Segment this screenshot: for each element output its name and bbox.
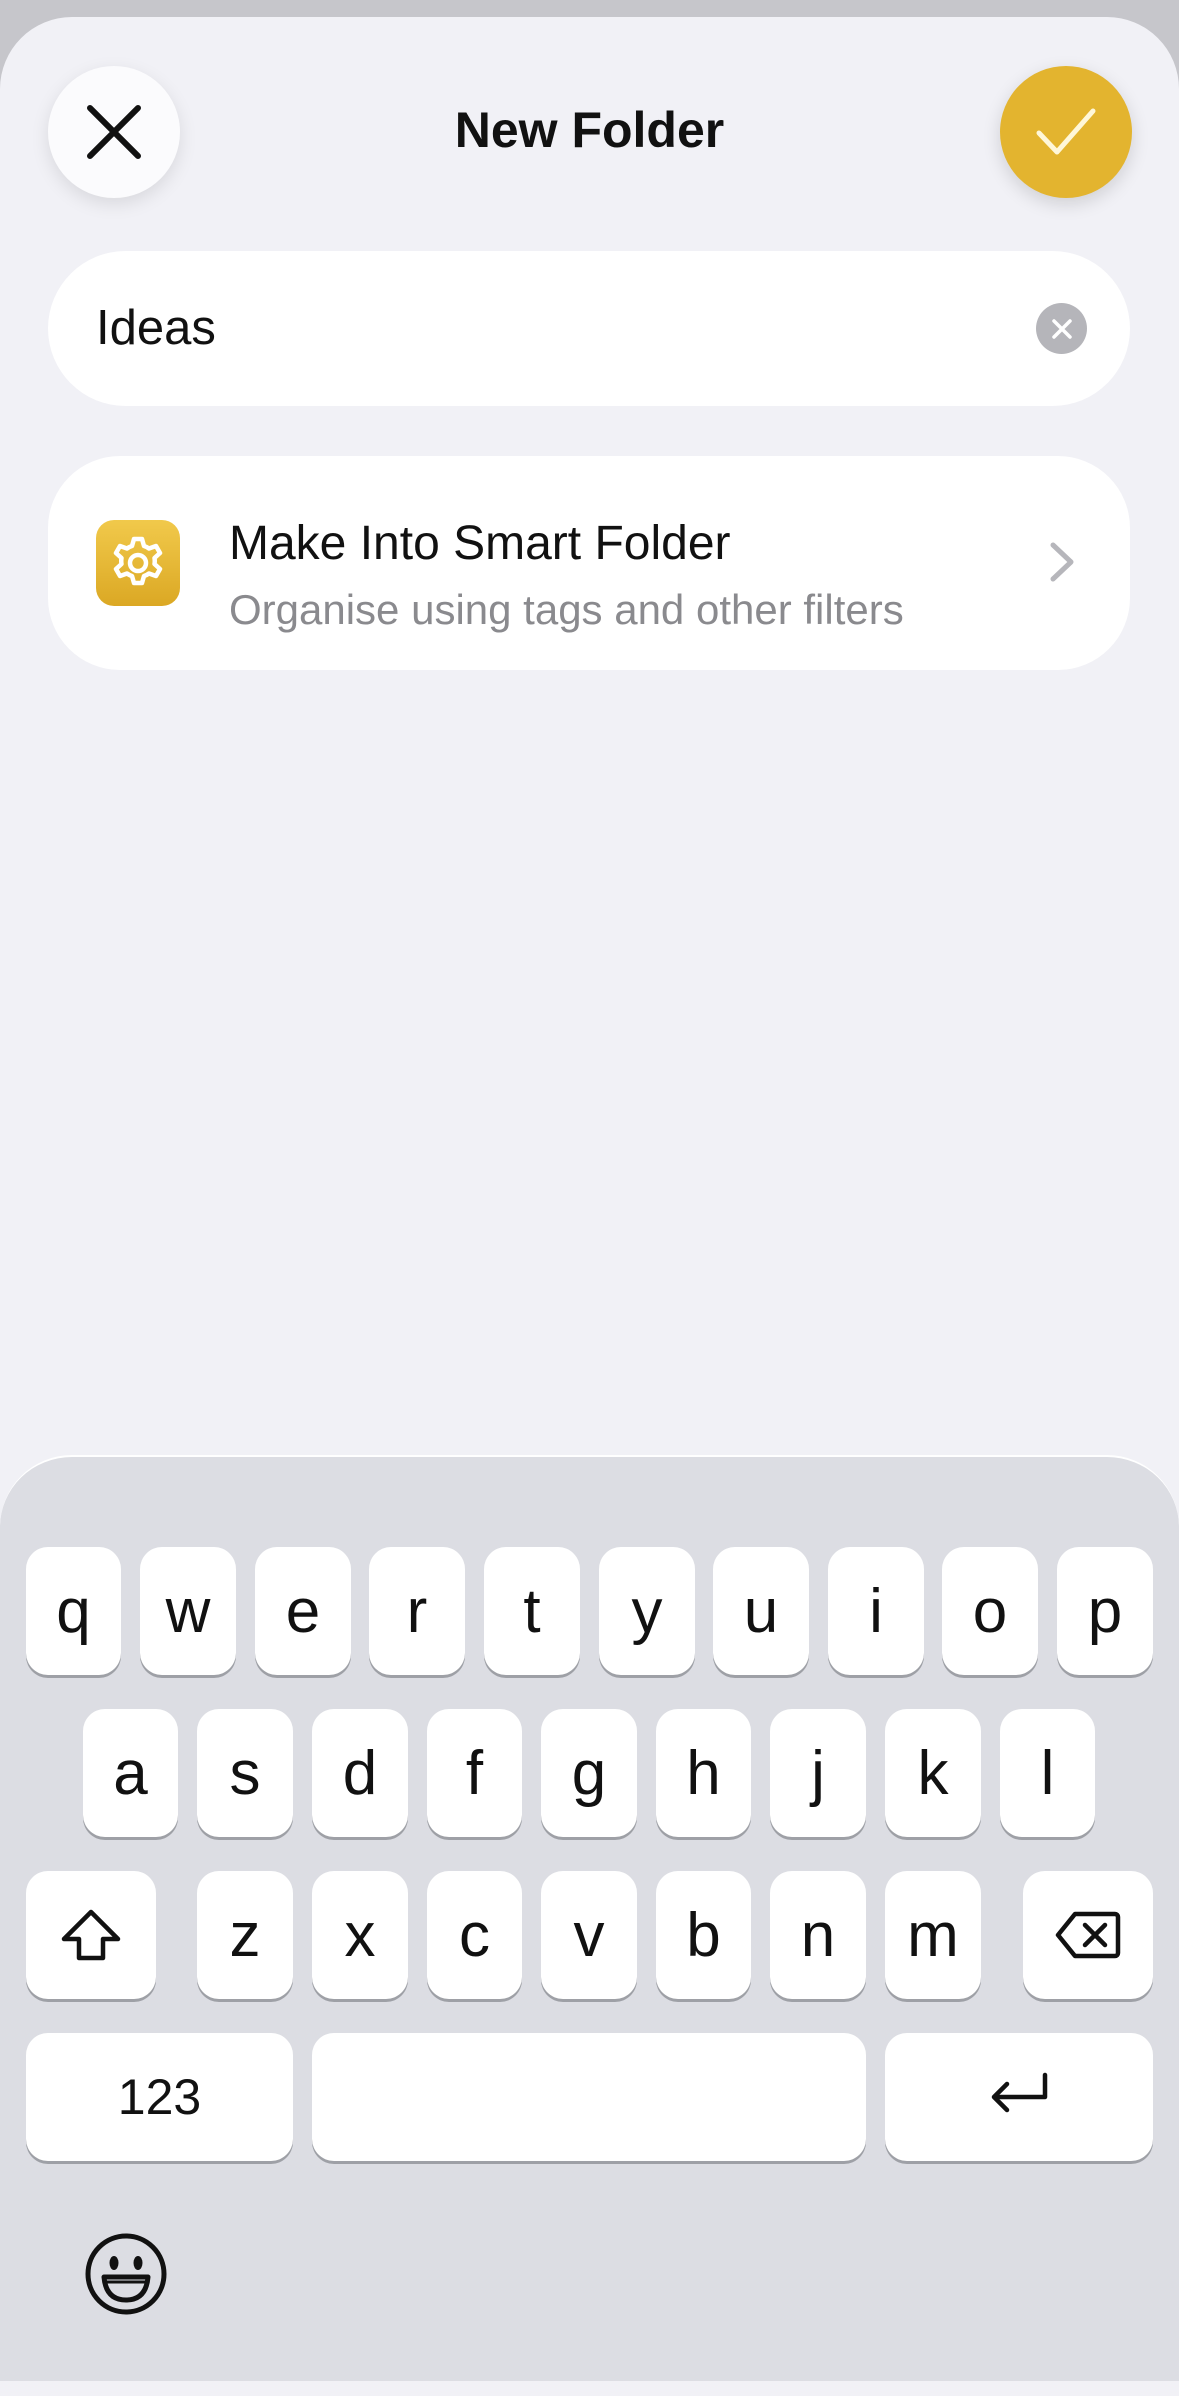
- shift-icon: [61, 1909, 121, 1961]
- folder-name-field[interactable]: [48, 251, 1130, 406]
- key-c[interactable]: c: [427, 1871, 522, 1999]
- make-smart-folder-row[interactable]: Make Into Smart Folder Organise using ta…: [48, 456, 1130, 670]
- key-n[interactable]: n: [770, 1871, 866, 1999]
- clear-text-button[interactable]: [1036, 303, 1087, 354]
- clear-icon: [1051, 318, 1072, 339]
- key-j[interactable]: j: [770, 1709, 866, 1837]
- key-d[interactable]: d: [312, 1709, 408, 1837]
- key-s[interactable]: s: [197, 1709, 293, 1837]
- key-i[interactable]: i: [828, 1547, 924, 1675]
- gear-icon: [113, 536, 163, 586]
- key-l[interactable]: l: [1000, 1709, 1095, 1837]
- key-k[interactable]: k: [885, 1709, 981, 1837]
- key-g[interactable]: g: [541, 1709, 637, 1837]
- key-o[interactable]: o: [942, 1547, 1038, 1675]
- key-v[interactable]: v: [541, 1871, 637, 1999]
- key-m[interactable]: m: [885, 1871, 981, 1999]
- delete-icon: [1055, 1911, 1121, 1959]
- emoji-button[interactable]: [84, 2232, 168, 2316]
- chevron-right-icon: [1050, 542, 1074, 582]
- key-e[interactable]: e: [255, 1547, 351, 1675]
- key-w[interactable]: w: [140, 1547, 236, 1675]
- key-a[interactable]: a: [83, 1709, 178, 1837]
- smart-folder-subtitle: Organise using tags and other filters: [229, 586, 904, 633]
- confirm-button[interactable]: [1000, 66, 1132, 198]
- key-z[interactable]: z: [197, 1871, 293, 1999]
- emoji-icon: [85, 2233, 167, 2315]
- shift-key[interactable]: [26, 1871, 156, 1999]
- numbers-key[interactable]: 123: [26, 2033, 293, 2161]
- return-key[interactable]: [885, 2033, 1153, 2161]
- smart-folder-icon-tile: [96, 520, 180, 606]
- screen: New Folder Ma: [0, 0, 1179, 2396]
- smart-folder-title: Make Into Smart Folder: [229, 517, 731, 570]
- folder-name-input[interactable]: [96, 251, 996, 406]
- delete-key[interactable]: [1023, 1871, 1153, 1999]
- return-icon: [991, 2072, 1048, 2113]
- checkmark-icon: [1036, 108, 1096, 155]
- key-q[interactable]: q: [26, 1547, 121, 1675]
- key-f[interactable]: f: [427, 1709, 522, 1837]
- key-x[interactable]: x: [312, 1871, 408, 1999]
- key-r[interactable]: r: [369, 1547, 465, 1675]
- key-t[interactable]: t: [484, 1547, 580, 1675]
- key-p[interactable]: p: [1057, 1547, 1153, 1675]
- key-y[interactable]: y: [599, 1547, 695, 1675]
- key-b[interactable]: b: [656, 1871, 751, 1999]
- space-key[interactable]: [312, 2033, 866, 2161]
- key-h[interactable]: h: [656, 1709, 751, 1837]
- key-u[interactable]: u: [713, 1547, 809, 1675]
